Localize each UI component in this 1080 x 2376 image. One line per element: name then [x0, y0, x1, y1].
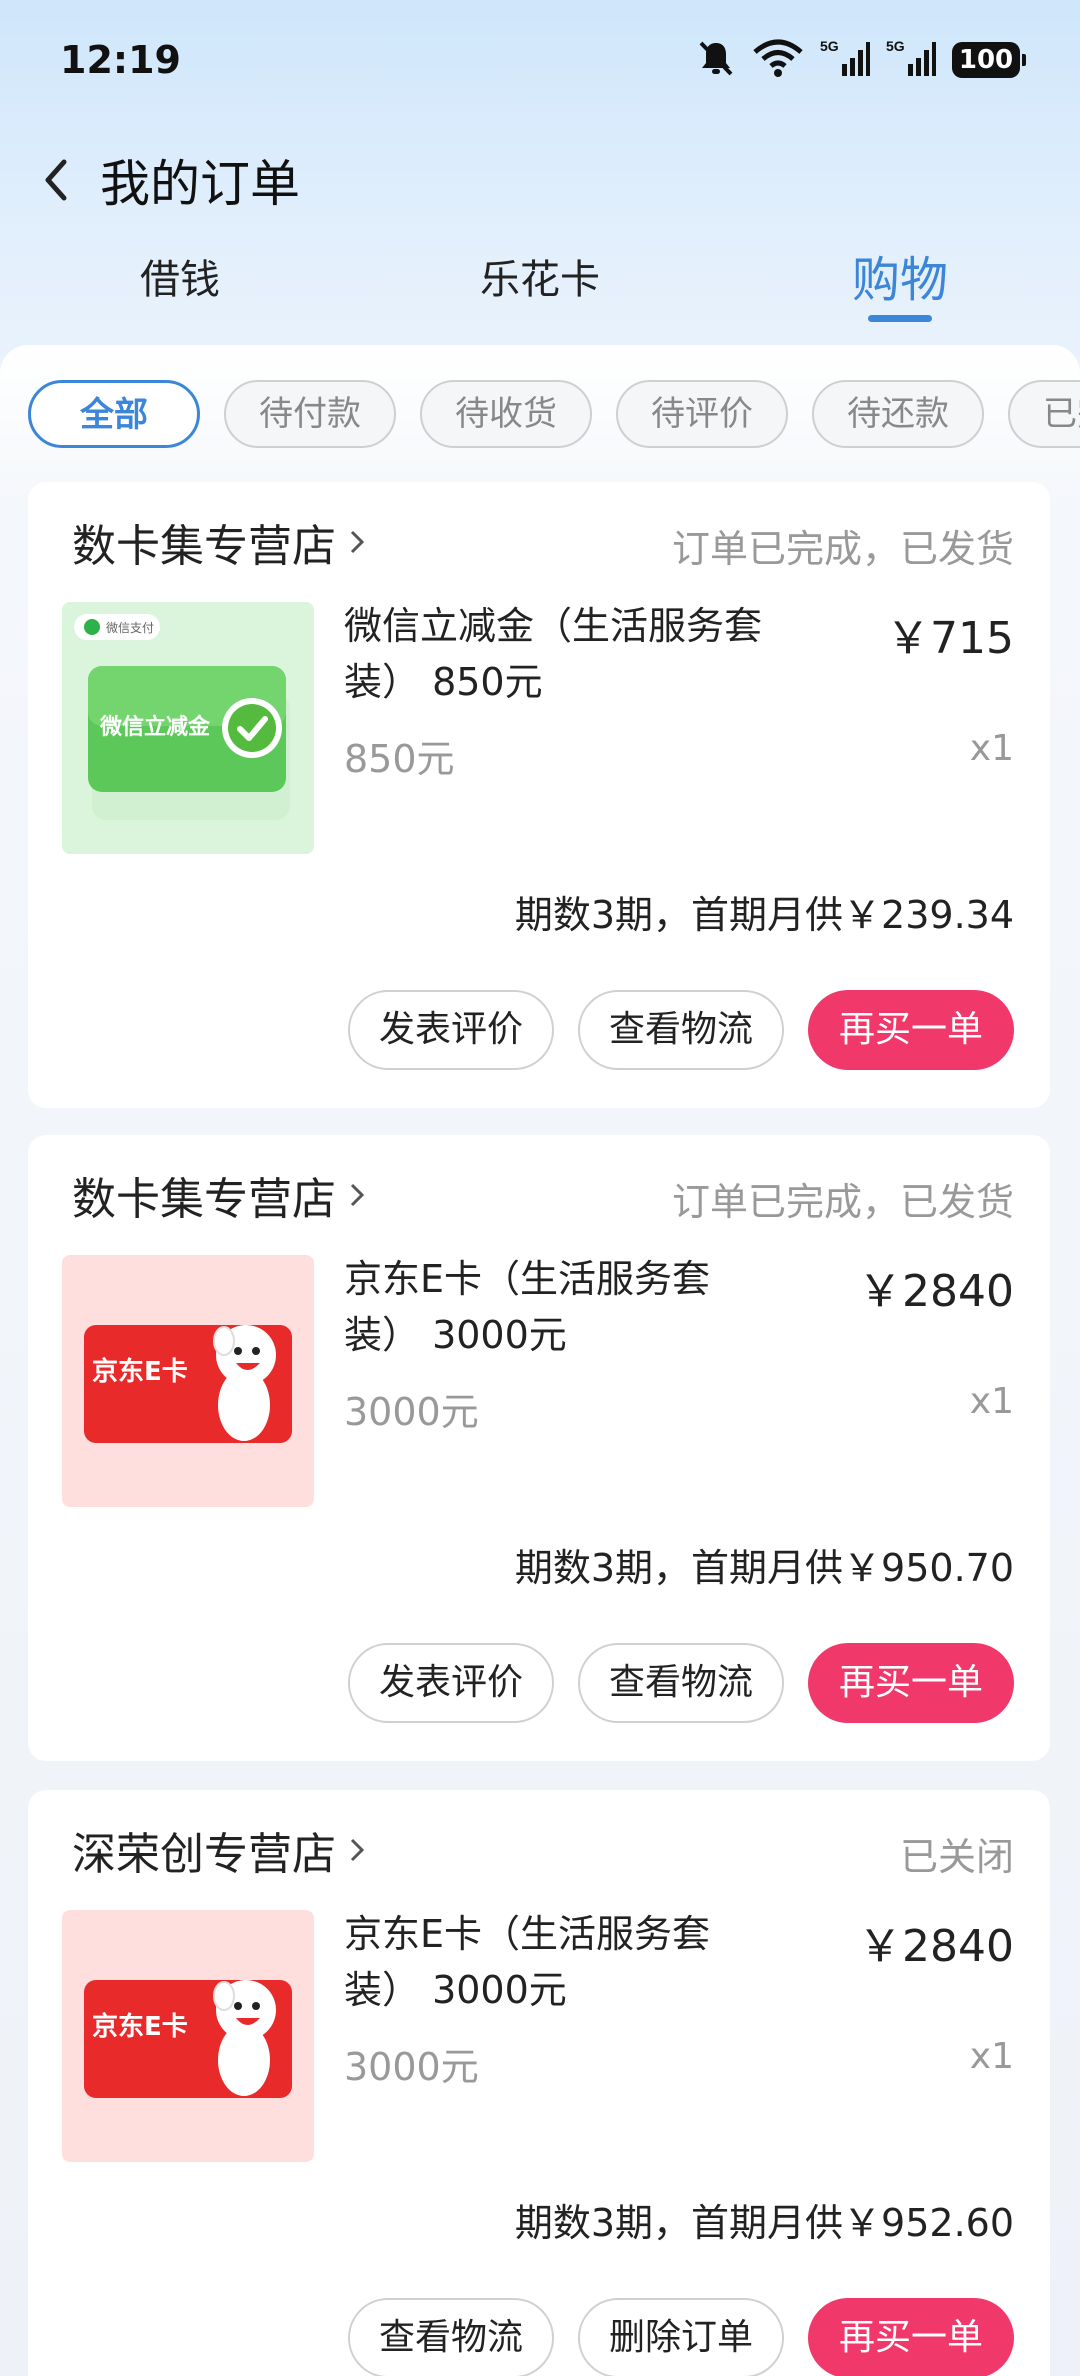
order-status: 订单已完成，已发货 — [671, 1180, 1014, 1224]
status-time: 12:19 — [60, 38, 181, 82]
chevron-right-icon — [348, 527, 366, 557]
filter-pending-receipt[interactable]: 待收货 — [420, 380, 592, 448]
order-status: 订单已完成，已发货 — [671, 527, 1014, 571]
mute-bell-icon — [696, 38, 736, 82]
buy-again-button[interactable]: 再买一单 — [808, 2298, 1014, 2376]
tab-shopping[interactable]: 购物 — [780, 240, 1020, 330]
product-image[interactable]: 微信支付 微信立减金 — [62, 602, 314, 854]
filter-pending-payment[interactable]: 待付款 — [224, 380, 396, 448]
order-card[interactable]: 深荣创专营店 已关闭 京东E卡 京东E卡（生活服务套装） 3000元 ￥2840… — [28, 1790, 1050, 2376]
signal-5g-icon: 5G — [886, 38, 936, 82]
filter-all[interactable]: 全部 — [28, 380, 200, 448]
product-image-label: 京东E卡 — [92, 2011, 188, 2042]
product-image-label: 微信立减金 — [99, 714, 211, 740]
filter-pending-review[interactable]: 待评价 — [616, 380, 788, 448]
product-name[interactable]: 京东E卡（生活服务套装） 3000元 — [344, 1906, 764, 2018]
wechat-pay-badge: 微信支付 — [106, 621, 154, 635]
installment-info: 期数3期，首期月供￥239.34 — [514, 893, 1014, 937]
product-price: ￥2840 — [858, 1921, 1014, 1972]
installment-info: 期数3期，首期月供￥950.70 — [514, 1546, 1014, 1590]
tab-label: 购物 — [851, 252, 948, 308]
chevron-right-icon — [348, 1180, 366, 1210]
view-logistics-button[interactable]: 查看物流 — [578, 990, 784, 1070]
order-actions: 查看物流 删除订单 再买一单 — [348, 2298, 1014, 2376]
product-price: ￥715 — [886, 613, 1014, 664]
shop-link[interactable]: 数卡集专营店 — [72, 510, 366, 574]
tab-label: 乐花卡 — [480, 257, 600, 303]
product-spec: 850元 — [344, 737, 455, 781]
svg-text:5G: 5G — [886, 38, 905, 54]
product-image-label: 京东E卡 — [92, 1356, 188, 1387]
chevron-right-icon — [348, 1835, 366, 1865]
wifi-icon — [752, 38, 804, 82]
installment-info: 期数3期，首期月供￥952.60 — [514, 2201, 1014, 2245]
product-quantity: x1 — [969, 1381, 1014, 1422]
filter-pending-repayment[interactable]: 待还款 — [812, 380, 984, 448]
chevron-left-icon — [45, 159, 67, 201]
tab-lehua-card[interactable]: 乐花卡 — [420, 240, 660, 330]
product-image[interactable]: 京东E卡 — [62, 1910, 314, 2162]
product-name[interactable]: 微信立减金（生活服务套装） 850元 — [344, 598, 764, 710]
delete-order-button[interactable]: 删除订单 — [578, 2298, 784, 2376]
buy-again-button[interactable]: 再买一单 — [808, 1643, 1014, 1723]
shop-link[interactable]: 深荣创专营店 — [72, 1818, 366, 1882]
order-card[interactable]: 数卡集专营店 订单已完成，已发货 微信支付 微信立减金 微信立减金（生活服务套装… — [28, 482, 1050, 1108]
write-review-button[interactable]: 发表评价 — [348, 990, 554, 1070]
page-title: 我的订单 — [100, 155, 300, 213]
signal-5g-icon: 5G — [820, 38, 870, 82]
top-tabs: 借钱 乐花卡 购物 — [0, 240, 1080, 340]
product-image[interactable]: 京东E卡 — [62, 1255, 314, 1507]
product-quantity: x1 — [969, 728, 1014, 769]
order-filter-bar: 全部 待付款 待收货 待评价 待还款 已完成 — [28, 380, 1080, 450]
status-bar: 12:19 5G 5G 100 — [0, 0, 1080, 120]
product-quantity: x1 — [969, 2036, 1014, 2077]
page-header: 我的订单 — [0, 130, 1080, 230]
shop-name: 数卡集专营店 — [72, 521, 336, 572]
svg-text:5G: 5G — [820, 38, 839, 54]
product-spec: 3000元 — [344, 2045, 479, 2089]
back-button[interactable] — [40, 150, 80, 210]
order-card[interactable]: 数卡集专营店 订单已完成，已发货 京东E卡 京东E卡（生活服务套装） 3000元… — [28, 1135, 1050, 1761]
order-actions: 发表评价 查看物流 再买一单 — [348, 1643, 1014, 1723]
product-price: ￥2840 — [858, 1266, 1014, 1317]
battery-icon: 100 — [952, 42, 1026, 78]
active-tab-indicator — [868, 315, 932, 322]
shop-name: 数卡集专营店 — [72, 1174, 336, 1225]
product-spec: 3000元 — [344, 1390, 479, 1434]
tab-label: 借钱 — [140, 257, 220, 303]
view-logistics-button[interactable]: 查看物流 — [578, 1643, 784, 1723]
tab-borrow[interactable]: 借钱 — [60, 240, 300, 330]
view-logistics-button[interactable]: 查看物流 — [348, 2298, 554, 2376]
buy-again-button[interactable]: 再买一单 — [808, 990, 1014, 1070]
write-review-button[interactable]: 发表评价 — [348, 1643, 554, 1723]
shop-name: 深荣创专营店 — [72, 1829, 336, 1880]
status-icons: 5G 5G 100 — [696, 38, 1026, 82]
shop-link[interactable]: 数卡集专营店 — [72, 1163, 366, 1227]
order-status: 已关闭 — [899, 1835, 1014, 1879]
order-actions: 发表评价 查看物流 再买一单 — [348, 990, 1014, 1070]
filter-completed[interactable]: 已完成 — [1008, 380, 1080, 448]
product-name[interactable]: 京东E卡（生活服务套装） 3000元 — [344, 1251, 764, 1363]
